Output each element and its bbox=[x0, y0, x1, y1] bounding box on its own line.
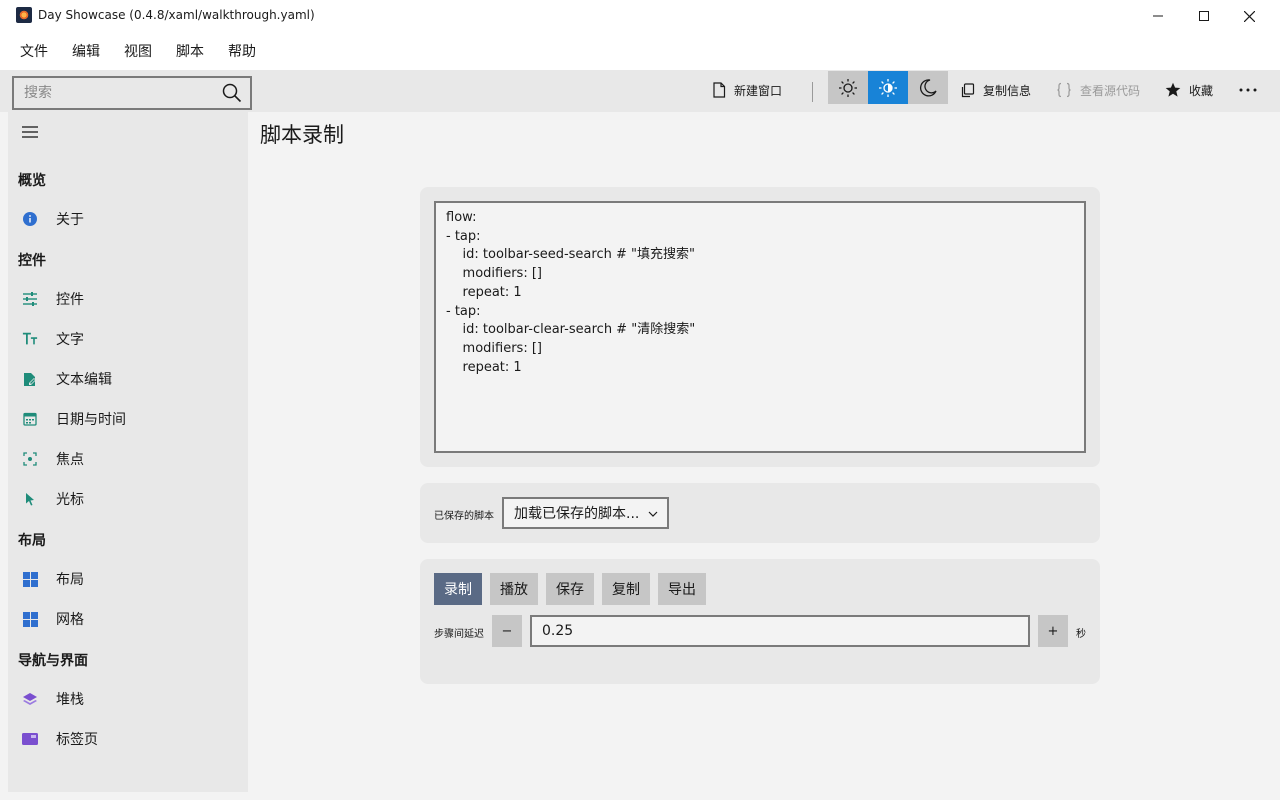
sidebar-item-label: 标签页 bbox=[56, 732, 98, 748]
save-button[interactable]: 保存 bbox=[546, 573, 594, 605]
menu-view[interactable]: 视图 bbox=[112, 35, 164, 67]
focus-icon bbox=[22, 451, 38, 467]
sidebar-item-label: 文本编辑 bbox=[56, 372, 112, 388]
sliders-icon bbox=[22, 291, 38, 307]
copy-icon bbox=[961, 82, 975, 97]
delay-decrement-button[interactable]: − bbox=[492, 615, 522, 647]
view-source-button[interactable]: 查看源代码 bbox=[1056, 73, 1140, 107]
menu-file[interactable]: 文件 bbox=[8, 35, 60, 67]
sidebar-section-controls: 控件 bbox=[18, 253, 46, 269]
play-button[interactable]: 播放 bbox=[490, 573, 538, 605]
search-input[interactable] bbox=[24, 83, 214, 103]
export-button[interactable]: 导出 bbox=[658, 573, 706, 605]
sidebar-item-label: 网格 bbox=[56, 612, 84, 628]
sidebar-item-label: 文字 bbox=[56, 332, 84, 348]
script-editor[interactable]: flow: - tap: id: toolbar-seed-search # "… bbox=[434, 201, 1086, 453]
minimize-button[interactable] bbox=[1135, 0, 1181, 32]
more-options-button[interactable] bbox=[1236, 73, 1260, 107]
star-icon bbox=[1165, 82, 1181, 97]
sidebar-item-label: 光标 bbox=[56, 492, 84, 508]
record-button[interactable]: 录制 bbox=[434, 573, 482, 605]
sidebar-item-tabs[interactable]: 标签页 bbox=[8, 719, 248, 759]
new-window-button[interactable]: 新建窗口 bbox=[712, 73, 782, 107]
chevron-down-icon bbox=[648, 511, 658, 517]
delay-unit-label: 秒 bbox=[1076, 629, 1086, 640]
sidebar: 概览 关于 控件 控件 文字 文本编辑 日期与时间 焦点 光标 布局 布局 网格… bbox=[8, 112, 248, 792]
stack-icon bbox=[22, 691, 38, 707]
copy-info-button[interactable]: 复制信息 bbox=[960, 73, 1031, 107]
saved-scripts-dropdown-value: 加载已保存的脚本... bbox=[514, 506, 640, 522]
saved-scripts-card: 已保存的脚本 加载已保存的脚本... bbox=[420, 483, 1100, 543]
sidebar-item-stack[interactable]: 堆栈 bbox=[8, 679, 248, 719]
sidebar-item-label: 关于 bbox=[56, 212, 84, 228]
sidebar-item-controls[interactable]: 控件 bbox=[8, 279, 248, 319]
minimize-icon bbox=[1153, 15, 1163, 17]
title-bar: Day Showcase (0.4.8/xaml/walkthrough.yam… bbox=[0, 0, 1280, 32]
script-actions-card: 录制 播放 保存 复制 导出 步骤间延迟 − + 秒 bbox=[420, 559, 1100, 684]
copy-button[interactable]: 复制 bbox=[602, 573, 650, 605]
page-title: 脚本录制 bbox=[260, 123, 344, 147]
menu-bar: 文件 编辑 视图 脚本 帮助 bbox=[0, 32, 1280, 70]
search-icon[interactable] bbox=[222, 83, 242, 103]
search-box bbox=[12, 76, 252, 110]
sidebar-item-about[interactable]: 关于 bbox=[8, 199, 248, 239]
new-window-label: 新建窗口 bbox=[734, 83, 783, 98]
layout-grid-icon bbox=[22, 571, 38, 587]
theme-dark-button[interactable] bbox=[908, 71, 948, 104]
sidebar-item-grid[interactable]: 网格 bbox=[8, 599, 248, 639]
close-button[interactable] bbox=[1226, 0, 1272, 32]
delay-increment-button[interactable]: + bbox=[1038, 615, 1068, 647]
moon-icon bbox=[919, 78, 937, 97]
favorite-label: 收藏 bbox=[1189, 83, 1214, 98]
step-delay-label: 步骤间延迟 bbox=[434, 629, 484, 640]
sidebar-item-cursor[interactable]: 光标 bbox=[8, 479, 248, 519]
calendar-icon bbox=[22, 411, 38, 427]
toolbar-divider bbox=[812, 82, 813, 102]
hamburger-menu-icon[interactable] bbox=[20, 124, 40, 140]
sidebar-item-date-time[interactable]: 日期与时间 bbox=[8, 399, 248, 439]
tab-icon bbox=[22, 731, 38, 747]
edit-document-icon bbox=[22, 371, 38, 387]
maximize-icon bbox=[1199, 11, 1209, 21]
sidebar-section-overview: 概览 bbox=[18, 173, 46, 189]
sun-icon bbox=[839, 78, 857, 97]
view-source-label: 查看源代码 bbox=[1080, 83, 1141, 98]
sidebar-section-layout: 布局 bbox=[18, 533, 46, 549]
grid-icon bbox=[22, 611, 38, 627]
step-delay-input[interactable] bbox=[530, 615, 1030, 647]
sidebar-item-text-editing[interactable]: 文本编辑 bbox=[8, 359, 248, 399]
sidebar-item-label: 布局 bbox=[56, 572, 84, 588]
script-editor-card: flow: - tap: id: toolbar-seed-search # "… bbox=[420, 187, 1100, 467]
more-horizontal-icon bbox=[1239, 88, 1257, 92]
sidebar-item-label: 焦点 bbox=[56, 452, 84, 468]
copy-info-label: 复制信息 bbox=[983, 83, 1032, 98]
app-logo-icon bbox=[16, 7, 32, 23]
sidebar-item-label: 日期与时间 bbox=[56, 412, 126, 428]
brightness-auto-icon bbox=[879, 78, 897, 97]
new-document-icon bbox=[713, 82, 726, 98]
saved-scripts-label: 已保存的脚本 bbox=[434, 511, 494, 522]
menu-script[interactable]: 脚本 bbox=[164, 35, 216, 67]
sidebar-item-label: 堆栈 bbox=[56, 692, 84, 708]
sidebar-item-label: 控件 bbox=[56, 292, 84, 308]
sidebar-item-focus[interactable]: 焦点 bbox=[8, 439, 248, 479]
maximize-button[interactable] bbox=[1181, 0, 1227, 32]
menu-edit[interactable]: 编辑 bbox=[60, 35, 112, 67]
theme-auto-button[interactable] bbox=[868, 71, 908, 104]
saved-scripts-dropdown[interactable]: 加载已保存的脚本... bbox=[502, 497, 669, 529]
window-title: Day Showcase (0.4.8/xaml/walkthrough.yam… bbox=[38, 8, 315, 22]
menu-help[interactable]: 帮助 bbox=[216, 35, 268, 67]
sidebar-item-text[interactable]: 文字 bbox=[8, 319, 248, 359]
text-size-icon bbox=[22, 331, 38, 347]
favorite-button[interactable]: 收藏 bbox=[1165, 73, 1213, 107]
info-icon bbox=[22, 211, 38, 227]
close-icon bbox=[1243, 10, 1255, 22]
sidebar-item-layout[interactable]: 布局 bbox=[8, 559, 248, 599]
theme-light-button[interactable] bbox=[828, 71, 868, 104]
cursor-icon bbox=[22, 491, 38, 507]
code-braces-icon bbox=[1057, 82, 1071, 98]
sidebar-section-navigation: 导航与界面 bbox=[18, 653, 88, 669]
